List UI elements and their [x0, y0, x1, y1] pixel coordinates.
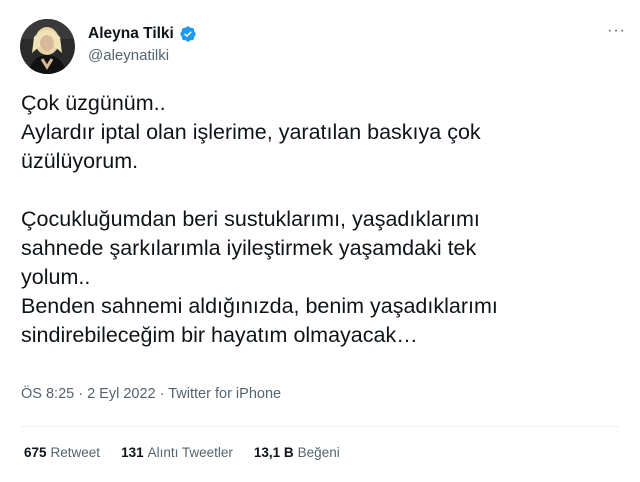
meta-separator: · [155, 386, 169, 402]
tweet-date[interactable]: 2 Eyl 2022 [87, 386, 156, 402]
tweet-source[interactable]: Twitter for iPhone [168, 386, 281, 402]
avatar[interactable] [20, 19, 75, 74]
meta-separator: · [74, 386, 88, 402]
tweet-text: Çok üzgünüm.. Aylardır iptal olan işleri… [21, 89, 621, 350]
tweet-line: sahnede şarkılarımla iyileştirmek yaşamd… [21, 236, 477, 260]
tweet: Aleyna Tilki @aleynatilki ··· Çok üzgünü… [0, 0, 640, 482]
tweet-line: yolum.. [21, 265, 91, 289]
tweet-line: Çocukluğumdan beri sustuklarımı, yaşadık… [21, 207, 480, 231]
likes-count: 13,1 B [253, 445, 294, 460]
tweet-line: Benden sahnemi aldığınızda, benim yaşadı… [21, 294, 498, 318]
more-options-icon[interactable]: ··· [607, 22, 626, 40]
display-name[interactable]: Aleyna Tilki [88, 25, 174, 43]
likes-stat[interactable]: 13,1 B Beğeni [254, 445, 340, 460]
tweet-line-blank [21, 176, 621, 205]
tweet-time[interactable]: ÖS 8:25 [21, 386, 74, 402]
retweets-stat[interactable]: 675 Retweet [24, 445, 100, 460]
tweet-line: sindirebileceğim bir hayatım olmayacak… [21, 323, 418, 347]
likes-label: Beğeni [297, 445, 340, 460]
name-row: Aleyna Tilki [88, 24, 197, 44]
quote-tweets-count: 131 [121, 445, 144, 460]
tweet-line: Aylardır iptal olan işlerime, yaratılan … [21, 120, 481, 144]
tweet-line: Çok üzgünüm.. [21, 91, 166, 115]
divider [20, 426, 620, 427]
retweets-count: 675 [24, 445, 47, 460]
avatar-photo [20, 19, 75, 74]
verified-badge-icon [179, 25, 197, 43]
quote-tweets-stat[interactable]: 131 Alıntı Tweetler [121, 445, 233, 460]
user-handle[interactable]: @aleynatilki [88, 47, 169, 64]
tweet-line: üzülüyorum. [21, 149, 139, 173]
tweet-stats: 675 Retweet 131 Alıntı Tweetler 13,1 B Beğe… [24, 445, 340, 460]
tweet-meta: ÖS 8:25 · 2 Eyl 2022 · Twitter for iPhon… [21, 386, 281, 402]
quote-tweets-label: Alıntı Tweetler [147, 445, 233, 460]
retweets-label: Retweet [50, 445, 101, 460]
